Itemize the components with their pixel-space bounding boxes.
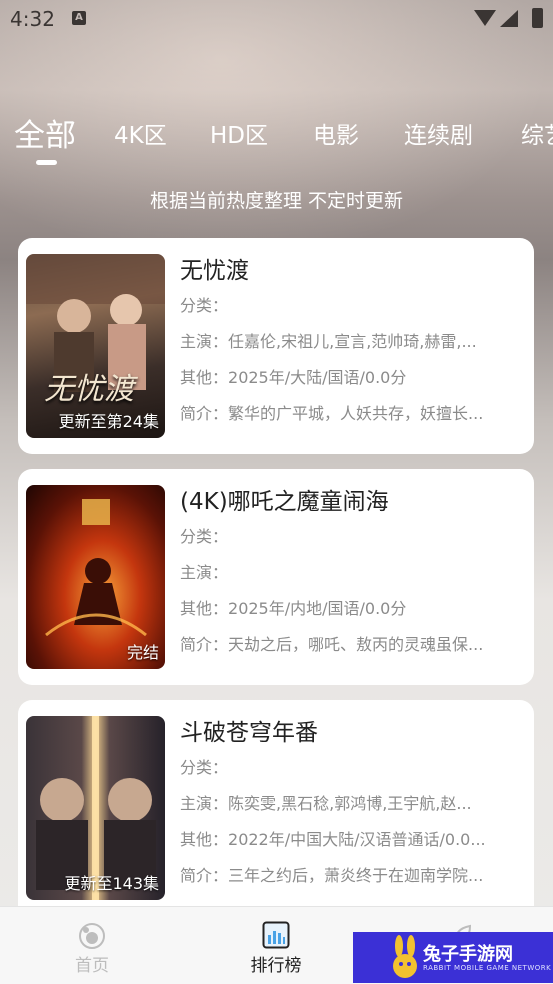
item-intro: 简介：天劫之后，哪吒、敖丙的灵魂虽保... (180, 635, 484, 654)
item-other: 其他：2025年/大陆/国语/0.0分 (180, 368, 407, 387)
list-item[interactable]: 完结 (4K)哪吒之魔童闹海 分类： 主演： 其他：2025年/内地/国语/0.… (18, 469, 534, 685)
nav-home-label: 首页 (75, 956, 109, 976)
item-info: 斗破苍穹年番 分类： 主演：陈奕雯,黑石稔,郭鸿博,王宇航,赵... 其他：20… (180, 716, 526, 894)
tab-hd[interactable]: HD区 (210, 112, 268, 160)
item-title: 无忧渡 (180, 258, 249, 284)
tab-variety[interactable]: 综艺 (521, 112, 553, 160)
episode-badge: 更新至143集 (64, 874, 159, 893)
tab-indicator (36, 160, 57, 165)
signal-icon (500, 10, 518, 27)
item-cast: 主演：任嘉伦,宋祖儿,宣言,范帅琦,赫雷,... (180, 332, 477, 351)
item-intro: 简介：繁华的广平城，人妖共存，妖擅长... (180, 404, 484, 423)
episode-badge: 更新至第24集 (58, 412, 159, 431)
item-intro: 简介：三年之约后，萧炎终于在迦南学院... (180, 866, 484, 885)
notification-a-icon: A (72, 11, 86, 25)
item-category: 分类： (180, 758, 229, 777)
item-info: (4K)哪吒之魔童闹海 分类： 主演： 其他：2025年/内地/国语/0.0分 … (180, 485, 526, 663)
battery-icon (532, 8, 543, 28)
watermark-banner: 兔子手游网 RABBIT MOBILE GAME NETWORK (353, 932, 553, 983)
poster-image: 完结 (26, 485, 165, 669)
list-item[interactable]: 无忧渡 更新至第24集 无忧渡 分类： 主演：任嘉伦,宋祖儿,宣言,范帅琦,赫雷… (18, 238, 534, 454)
tab-all[interactable]: 全部 (14, 112, 76, 160)
tab-series[interactable]: 连续剧 (404, 112, 473, 160)
status-badge: 完结 (126, 643, 159, 662)
item-category: 分类： (180, 527, 229, 546)
status-time: 4:32 (10, 7, 55, 31)
tab-4k[interactable]: 4K区 (114, 112, 167, 160)
watermark-title: 兔子手游网 (423, 944, 513, 965)
item-other: 其他：2022年/中国大陆/汉语普通话/0.0... (180, 830, 486, 849)
poster-image: 无忧渡 更新至第24集 (26, 254, 165, 438)
item-cast: 主演：陈奕雯,黑石稔,郭鸿博,王宇航,赵... (180, 794, 472, 813)
nav-ranking[interactable]: 排行榜 (206, 907, 346, 984)
category-tabs: 全部 4K区 HD区 电影 连续剧 综艺 (0, 112, 553, 162)
item-title: (4K)哪吒之魔童闹海 (180, 489, 389, 515)
rabbit-logo-icon (393, 935, 417, 978)
poster-title-art: 无忧渡 (44, 372, 134, 407)
tab-movie[interactable]: 电影 (313, 112, 359, 160)
ranking-icon (262, 921, 290, 949)
poster-image: 更新至143集 (26, 716, 165, 900)
status-bar: 4:32 A (0, 0, 553, 38)
item-title: 斗破苍穹年番 (180, 720, 318, 746)
item-cast: 主演： (180, 563, 229, 582)
item-category: 分类： (180, 296, 229, 315)
home-icon (79, 923, 105, 949)
item-info: 无忧渡 分类： 主演：任嘉伦,宋祖儿,宣言,范帅琦,赫雷,... 其他：2025… (180, 254, 526, 432)
ranking-subtitle: 根据当前热度整理 不定时更新 (149, 190, 404, 212)
wifi-icon (474, 10, 496, 26)
watermark-subtitle: RABBIT MOBILE GAME NETWORK (423, 964, 552, 972)
nav-ranking-label: 排行榜 (250, 956, 302, 976)
list-item[interactable]: 更新至143集 斗破苍穹年番 分类： 主演：陈奕雯,黑石稔,郭鸿博,王宇航,赵.… (18, 700, 534, 940)
nav-home[interactable]: 首页 (22, 907, 162, 984)
item-other: 其他：2025年/内地/国语/0.0分 (180, 599, 407, 618)
